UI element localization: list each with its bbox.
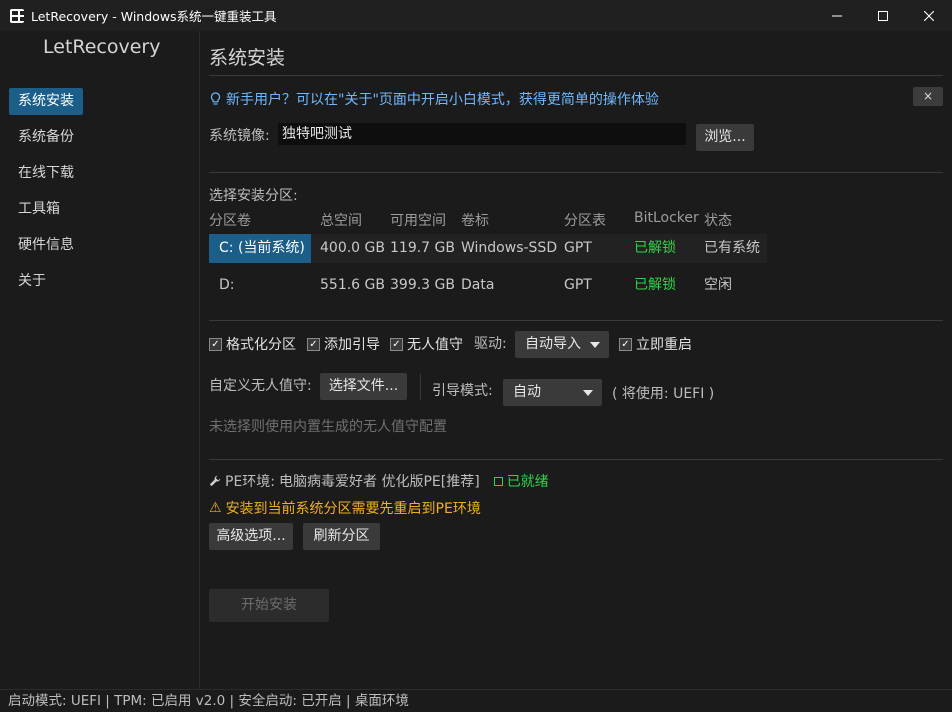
sidebar-item-hardware[interactable]: 硬件信息 [9, 232, 83, 259]
cell-total: 551.6 GB [320, 277, 385, 293]
pe-name: 电脑病毒爱好者 优化版PE[推荐] [279, 474, 480, 490]
col-header-free: 可用空间 [390, 213, 446, 229]
cell-free: 119.7 GB [390, 240, 455, 256]
cell-table: GPT [564, 240, 592, 256]
unattended-hint: 未选择则使用内置生成的无人值守配置 [209, 419, 447, 435]
format-checkbox[interactable]: ✓ 格式化分区 [209, 334, 296, 354]
separator [420, 374, 421, 400]
page-title: 系统安装 [209, 47, 286, 69]
cell-free: 399.3 GB [390, 277, 455, 293]
checkmark-icon: ✓ [619, 337, 632, 351]
pe-label: PE环境: [225, 474, 276, 490]
driver-label: 驱动: [474, 336, 507, 352]
warning-icon: ⚠ [209, 500, 222, 516]
format-label: 格式化分区 [226, 337, 296, 353]
divider [209, 172, 943, 173]
tip-close-button[interactable]: × [913, 87, 943, 106]
checkmark-icon: ✓ [390, 337, 403, 351]
sidebar-item-install[interactable]: 系统安装 [9, 88, 83, 115]
col-header-status: 状态 [704, 213, 732, 229]
col-header-volume: 分区卷 [209, 213, 251, 229]
title-bar: LetRecovery - Windows系统一键重装工具 [0, 0, 952, 31]
restart-label: 立即重启 [636, 337, 692, 353]
cell-status: 空闲 [704, 277, 732, 293]
app-icon [10, 8, 26, 23]
cell-status: 已有系统 [704, 240, 760, 256]
col-header-label: 卷标 [461, 213, 489, 229]
advanced-options-button[interactable]: 高级选项... [209, 523, 293, 550]
will-use-text: ( 将使用: UEFI ) [612, 386, 715, 402]
add-boot-checkbox[interactable]: ✓ 添加引导 [307, 334, 380, 354]
tip-banner: 新手用户？可以在"关于"页面中开启小白模式，获得更简单的操作体验 [209, 89, 659, 109]
lightbulb-icon [210, 92, 221, 105]
cell-bitlocker: 已解锁 [634, 277, 676, 293]
choose-file-button[interactable]: 选择文件... [320, 373, 407, 400]
browse-button[interactable]: 浏览... [696, 124, 754, 151]
cell-table: GPT [564, 277, 592, 293]
boot-mode-label: 引导模式: [432, 383, 493, 399]
col-header-bitlocker: BitLocker [634, 210, 699, 226]
divider [209, 459, 943, 460]
wrench-icon [209, 475, 221, 487]
boot-mode-value: 自动 [513, 384, 541, 400]
checkmark-icon: ✓ [307, 337, 320, 351]
image-label: 系统镜像: [209, 128, 270, 144]
sidebar-item-about[interactable]: 关于 [9, 268, 55, 295]
sidebar-item-backup[interactable]: 系统备份 [9, 124, 83, 151]
driver-select[interactable]: 自动导入 [515, 331, 609, 358]
checkmark-icon: ✓ [209, 337, 222, 351]
divider [209, 320, 943, 321]
cell-label: Data [461, 277, 495, 293]
dropdown-arrow-icon [583, 390, 593, 396]
minimize-button[interactable] [814, 0, 860, 31]
driver-select-value: 自动导入 [525, 336, 581, 352]
tip-text: 新手用户？可以在"关于"页面中开启小白模式，获得更简单的操作体验 [226, 92, 659, 108]
sidebar-item-download[interactable]: 在线下载 [9, 160, 83, 187]
partition-label: 选择安装分区: [209, 188, 298, 204]
maximize-button[interactable] [860, 0, 906, 31]
unattended-label: 无人值守 [407, 337, 463, 353]
minimize-icon [832, 15, 842, 16]
refresh-partitions-button[interactable]: 刷新分区 [303, 523, 380, 550]
unattended-checkbox[interactable]: ✓ 无人值守 [390, 334, 463, 354]
cell-volume[interactable]: C: (当前系统) [219, 234, 305, 263]
restart-checkbox[interactable]: ✓ 立即重启 [619, 334, 692, 354]
divider [209, 75, 943, 76]
col-header-total: 总空间 [320, 213, 362, 229]
cell-total: 400.0 GB [320, 240, 385, 256]
window-title: LetRecovery - Windows系统一键重装工具 [31, 9, 277, 24]
image-path-input[interactable]: 独特吧测试 [278, 123, 686, 145]
warning-row: ⚠ 安装到当前系统分区需要先重启到PE环境 [209, 498, 481, 518]
close-button[interactable] [906, 0, 952, 31]
maximize-icon [878, 10, 888, 21]
main-panel: 系统安装 新手用户？可以在"关于"页面中开启小白模式，获得更简单的操作体验 × … [201, 31, 952, 689]
cell-bitlocker: 已解锁 [634, 240, 676, 256]
warning-text: 安装到当前系统分区需要先重启到PE环境 [225, 501, 481, 517]
app-logo: LetRecovery [43, 36, 161, 58]
cell-label: Windows-SSD [461, 240, 558, 256]
status-icon [493, 476, 503, 486]
custom-unattended-label: 自定义无人值守: [209, 378, 312, 394]
close-icon [924, 10, 934, 21]
sidebar: LetRecovery 系统安装 系统备份 在线下载 工具箱 硬件信息 关于 [0, 31, 200, 689]
boot-mode-select[interactable]: 自动 [503, 379, 602, 406]
dropdown-arrow-icon [590, 342, 600, 348]
add-boot-label: 添加引导 [324, 337, 380, 353]
status-bar: 启动模式: UEFI | TPM: 已启用 v2.0 | 安全启动: 已开启 |… [0, 689, 952, 712]
pe-row: PE环境: 电脑病毒爱好者 优化版PE[推荐] 已就绪 [209, 471, 549, 491]
pe-status: 已就绪 [506, 474, 549, 490]
start-install-button[interactable]: 开始安装 [209, 589, 329, 622]
sidebar-item-toolbox[interactable]: 工具箱 [9, 196, 69, 223]
partition-row-d[interactable]: D: [219, 271, 235, 300]
col-header-table: 分区表 [564, 213, 606, 229]
